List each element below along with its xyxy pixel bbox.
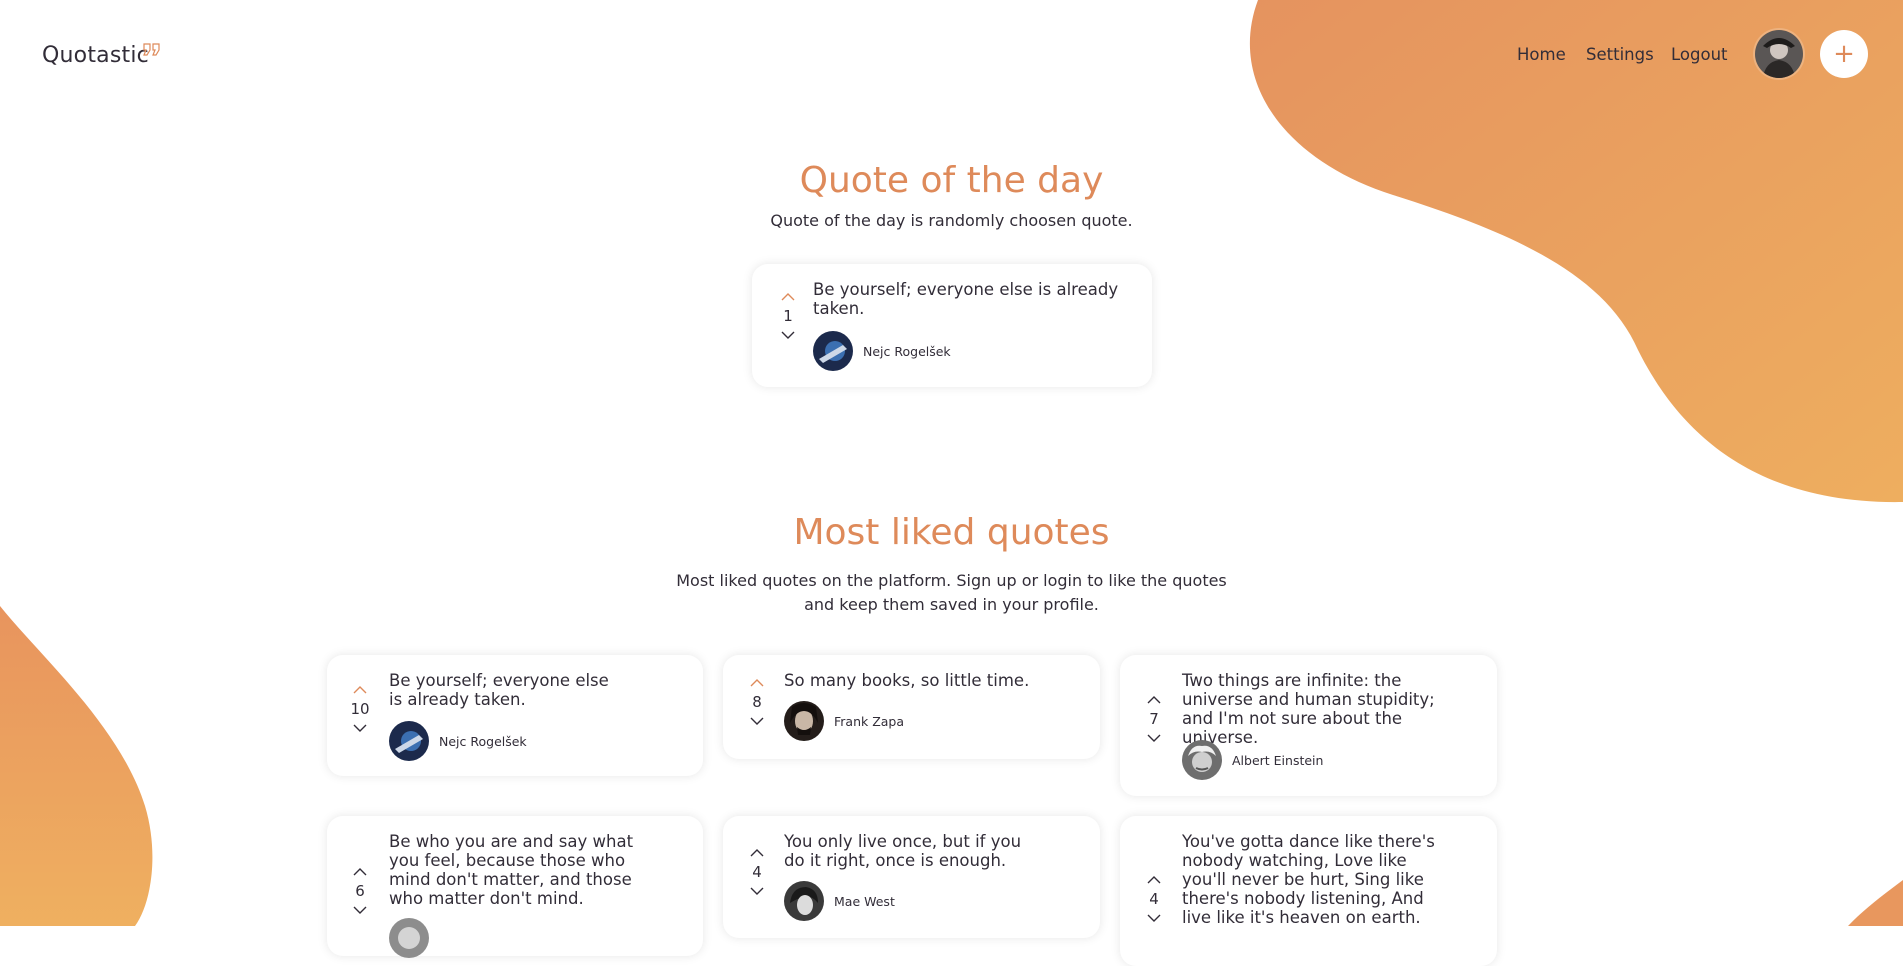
downvote-icon[interactable] bbox=[1147, 914, 1161, 922]
background-blob-bottom-left bbox=[0, 606, 153, 926]
upvote-icon[interactable] bbox=[750, 679, 764, 687]
author-name: Albert Einstein bbox=[1232, 752, 1324, 768]
vote-control: 4 bbox=[729, 849, 785, 895]
vote-count: 8 bbox=[752, 693, 762, 711]
upvote-icon[interactable] bbox=[353, 686, 367, 694]
quote-author[interactable] bbox=[389, 918, 439, 958]
upvote-icon[interactable] bbox=[353, 868, 367, 876]
vote-count: 7 bbox=[1149, 710, 1159, 728]
quote-author[interactable]: Nejc Rogelšek bbox=[813, 331, 951, 371]
user-avatar[interactable] bbox=[1755, 30, 1803, 78]
logo-text[interactable]: Quotastic bbox=[42, 43, 149, 68]
quote-text: Be who you are and say what you feel, be… bbox=[389, 832, 634, 908]
upvote-icon[interactable] bbox=[1147, 696, 1161, 704]
downvote-icon[interactable] bbox=[781, 331, 795, 339]
quote-card: 10 Be yourself; everyone else is already… bbox=[327, 655, 703, 776]
upvote-icon[interactable] bbox=[781, 293, 795, 301]
nav-settings-link[interactable]: Settings bbox=[1586, 45, 1654, 64]
author-avatar bbox=[389, 721, 429, 761]
quote-text: Be yourself; everyone else is already ta… bbox=[389, 671, 609, 709]
downvote-icon[interactable] bbox=[353, 906, 367, 914]
most-liked-title: Most liked quotes bbox=[793, 512, 1110, 553]
author-name: Frank Zapa bbox=[834, 713, 905, 729]
nav-logout-link[interactable]: Logout bbox=[1671, 45, 1728, 64]
downvote-icon[interactable] bbox=[750, 717, 764, 725]
most-liked-subtitle-line: and keep them saved in your profile. bbox=[804, 595, 1099, 614]
author-name: Mae West bbox=[834, 893, 895, 909]
quote-mark-icon bbox=[143, 43, 160, 56]
vote-control: 10 bbox=[332, 686, 388, 732]
vote-control: 4 bbox=[1126, 876, 1182, 922]
background-blob-bottom-right bbox=[1848, 880, 1903, 926]
quote-text: You've gotta dance like there's nobody w… bbox=[1182, 832, 1435, 927]
author-avatar bbox=[1182, 740, 1222, 780]
author-name: Nejc Rogelšek bbox=[439, 733, 527, 749]
quote-of-day-card: 1 Be yourself; everyone else is already … bbox=[752, 264, 1152, 387]
author-avatar bbox=[784, 881, 824, 921]
vote-count: 10 bbox=[350, 700, 370, 718]
author-avatar bbox=[784, 701, 824, 741]
vote-control: 7 bbox=[1126, 696, 1182, 742]
upvote-icon[interactable] bbox=[1147, 876, 1161, 884]
downvote-icon[interactable] bbox=[353, 724, 367, 732]
nav-home-link[interactable]: Home bbox=[1517, 45, 1566, 64]
vote-control: 1 bbox=[760, 293, 816, 339]
vote-count: 4 bbox=[752, 863, 762, 881]
quote-card: 7 Two things are infinite: the universe … bbox=[1120, 655, 1497, 796]
author-avatar bbox=[813, 331, 853, 371]
vote-count: 1 bbox=[783, 307, 793, 325]
author-avatar bbox=[389, 918, 429, 958]
quote-card: 4 You've gotta dance like there's nobody… bbox=[1120, 816, 1497, 966]
most-liked-subtitle-line: Most liked quotes on the platform. Sign … bbox=[676, 571, 1227, 590]
vote-control: 6 bbox=[332, 868, 388, 914]
quote-of-day-title: Quote of the day bbox=[799, 160, 1104, 201]
quote-card: 4 You only live once, but if you do it r… bbox=[723, 816, 1100, 938]
quote-card: 8 So many books, so little time. Frank Z… bbox=[723, 655, 1100, 759]
vote-count: 6 bbox=[355, 882, 365, 900]
add-quote-button[interactable]: + bbox=[1820, 30, 1868, 78]
vote-control: 8 bbox=[729, 679, 785, 725]
upvote-icon[interactable] bbox=[750, 849, 764, 857]
background-blob-top-right bbox=[1249, 0, 1903, 503]
quote-card: 6 Be who you are and say what you feel, … bbox=[327, 816, 703, 958]
quote-text: Two things are infinite: the universe an… bbox=[1182, 671, 1435, 747]
quote-of-day-subtitle: Quote of the day is randomly choosen quo… bbox=[770, 211, 1133, 230]
quote-author[interactable]: Frank Zapa bbox=[784, 701, 904, 741]
most-liked-subtitle: Most liked quotes on the platform. Sign … bbox=[0, 569, 1903, 617]
quote-text: You only live once, but if you do it rig… bbox=[784, 832, 1022, 870]
quote-author[interactable]: Albert Einstein bbox=[1182, 740, 1323, 780]
quote-text: So many books, so little time. bbox=[784, 671, 1030, 690]
author-name: Nejc Rogelšek bbox=[863, 343, 951, 359]
downvote-icon[interactable] bbox=[1147, 734, 1161, 742]
quote-author[interactable]: Nejc Rogelšek bbox=[389, 721, 527, 761]
vote-count: 4 bbox=[1149, 890, 1159, 908]
downvote-icon[interactable] bbox=[750, 887, 764, 895]
quote-author[interactable]: Mae West bbox=[784, 881, 895, 921]
quote-text: Be yourself; everyone else is already ta… bbox=[813, 280, 1119, 318]
